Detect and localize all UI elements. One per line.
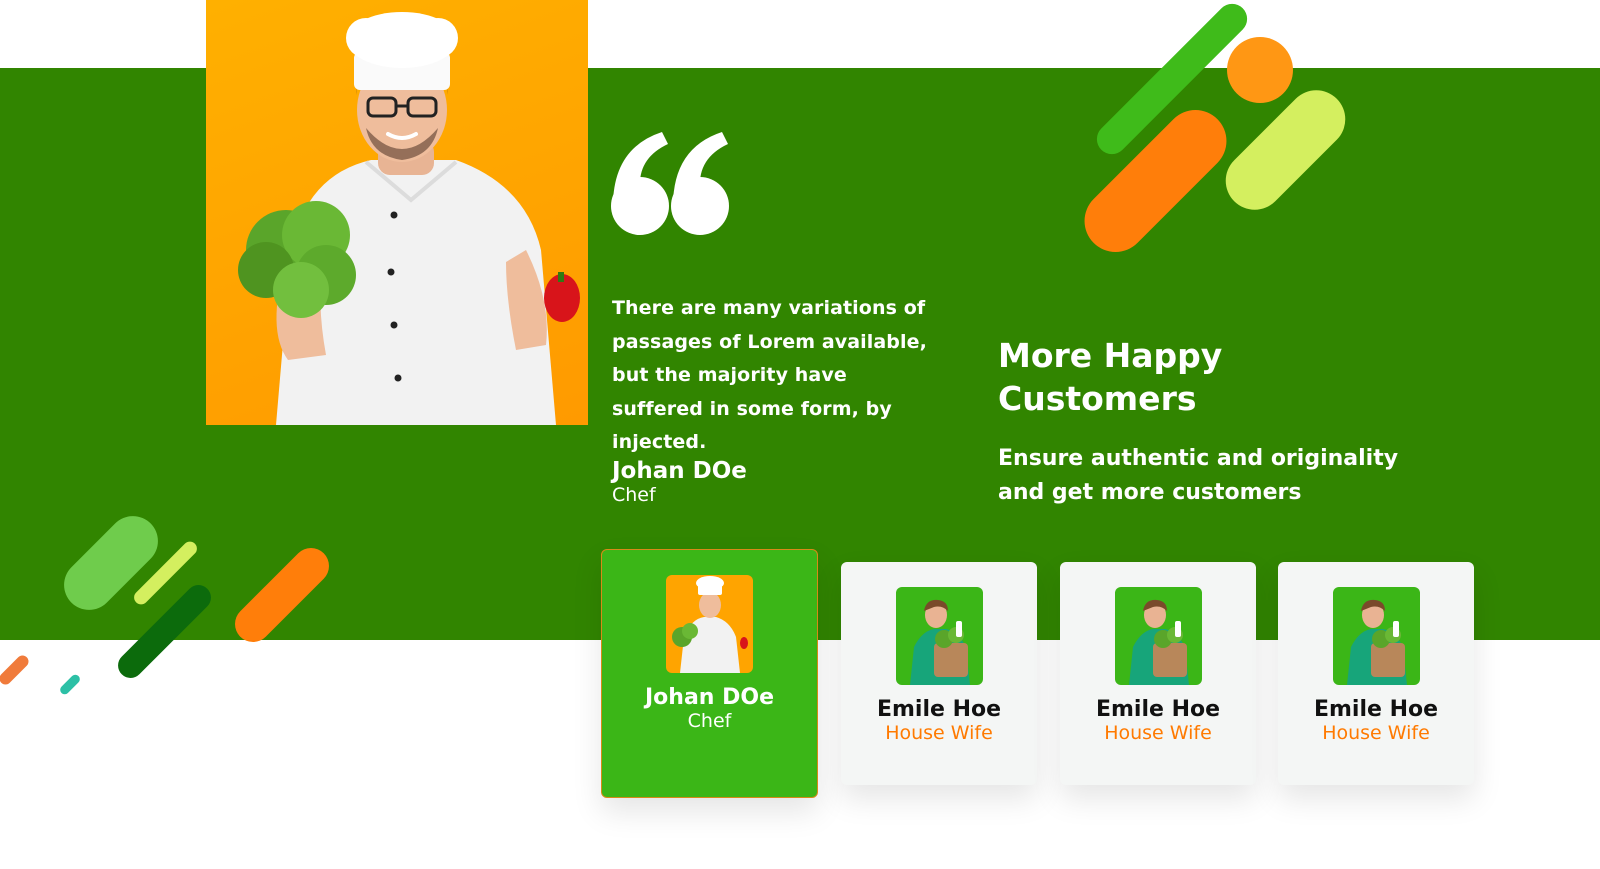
section-subheading: Ensure authentic and originality and get… (998, 446, 1399, 505)
avatar (1332, 587, 1420, 685)
testimonial-author-name: Johan DOe (612, 458, 747, 484)
customer-name: Emile Hoe (876, 697, 1002, 722)
quote-icon (610, 128, 735, 238)
avatar (895, 587, 983, 685)
decor-dash-teal (58, 672, 82, 697)
decor-circle-orange (1227, 37, 1293, 103)
customer-role: House Wife (1104, 722, 1212, 744)
section-heading: More Happy Customers (998, 336, 1223, 418)
customer-name: Emile Hoe (1313, 697, 1439, 722)
customer-card[interactable]: Emile Hoe House Wife (1060, 562, 1256, 785)
customer-card[interactable]: Emile Hoe House Wife (1278, 562, 1474, 785)
customer-role: Chef (687, 710, 732, 732)
avatar (1114, 587, 1202, 685)
customer-role: House Wife (885, 722, 993, 744)
testimonial-author-role: Chef (612, 484, 656, 506)
customer-name: Johan DOe (644, 685, 774, 710)
chef-photo (206, 0, 588, 425)
customer-card[interactable]: Emile Hoe House Wife (841, 562, 1037, 785)
avatar (666, 575, 753, 673)
testimonial-quote: There are many variations of passages of… (612, 297, 927, 453)
decor-dash-coral (0, 653, 31, 687)
customer-card[interactable]: Johan DOe Chef (601, 549, 818, 798)
customer-role: House Wife (1322, 722, 1430, 744)
customer-name: Emile Hoe (1095, 697, 1221, 722)
